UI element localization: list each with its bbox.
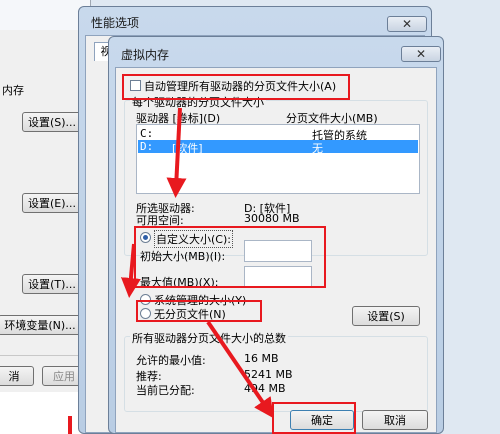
arrow-to-custom-size xyxy=(166,107,187,198)
arrow-to-no-paging xyxy=(120,243,141,298)
arrow-to-ok xyxy=(206,320,274,419)
annotation-arrows xyxy=(120,107,274,419)
